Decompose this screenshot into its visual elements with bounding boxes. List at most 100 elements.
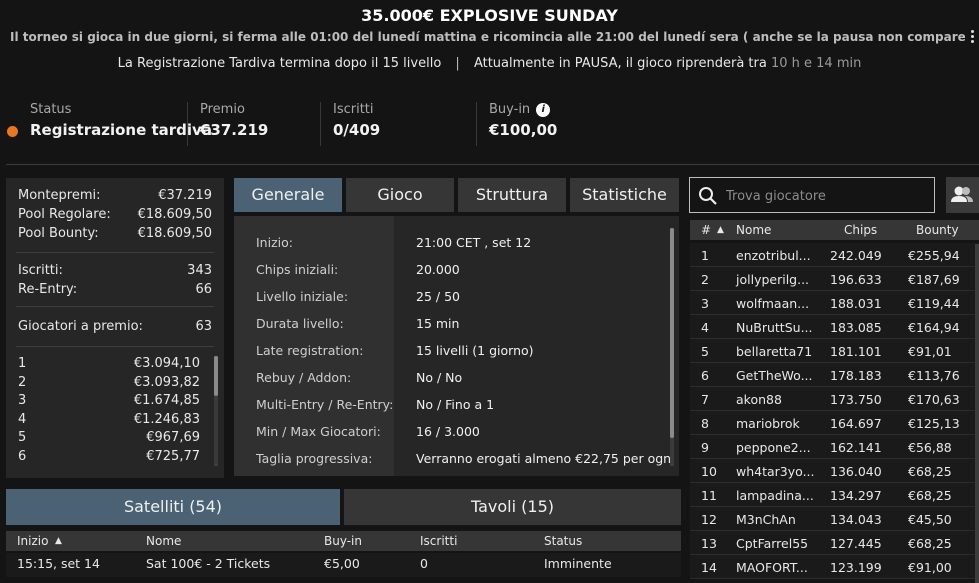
- satellite-row[interactable]: 15:15, set 14 Sat 100€ - 2 Tickets €5,00…: [6, 553, 681, 577]
- player-row[interactable]: 8 mariobrok 164.697 €125,13: [690, 411, 979, 435]
- payout-position: 1: [18, 356, 27, 371]
- paid-players-row: Giocatori a premio: 63: [18, 319, 212, 334]
- sat-buyin-header[interactable]: Buy-in: [324, 534, 362, 548]
- player-row[interactable]: 10 wh4tar3yo... 136.040 €68,25: [690, 459, 979, 483]
- reentry-value: 66: [195, 282, 212, 297]
- reentry-row: Re-Entry: 66: [18, 282, 212, 297]
- player-row[interactable]: 14 MAOFORT... 123.199 €91,00: [690, 555, 979, 579]
- player-chips: 123.199: [830, 560, 882, 575]
- player-rank: 4: [701, 320, 709, 335]
- player-bounty: €119,44: [908, 296, 960, 311]
- player-rank: 5: [701, 344, 709, 359]
- status-block: Status Registrazione tardiva: [30, 102, 212, 139]
- player-rank: 9: [701, 440, 709, 455]
- sort-asc-icon[interactable]: ▲: [717, 225, 724, 235]
- player-chips: 178.183: [830, 368, 882, 383]
- player-name: bellaretta71: [736, 344, 813, 359]
- tab-struttura[interactable]: Struttura: [458, 178, 566, 212]
- general-info-value: No / Fino a 1: [416, 397, 495, 412]
- player-row[interactable]: 7 akon88 173.750 €170,63: [690, 387, 979, 411]
- general-info-value: 25 / 50: [416, 289, 460, 304]
- entrants-count-value: 343: [187, 263, 212, 278]
- bounty-header[interactable]: Bounty: [916, 223, 959, 237]
- satellite-table-header: Inizio ▲ Nome Buy-in Iscritti Status: [6, 531, 681, 551]
- player-row[interactable]: 2 jollyperilg... 196.633 €187,69: [690, 267, 979, 291]
- player-bounty: €164,94: [908, 320, 960, 335]
- player-search-box[interactable]: [689, 177, 935, 213]
- tab-satellites[interactable]: Satelliti (54): [6, 489, 340, 525]
- general-info-panel: Inizio: 21:00 CET , set 12 Chips iniziali:…: [234, 216, 679, 476]
- bounty-pool-value: €18.609,50: [137, 226, 212, 241]
- player-bounty: €68,25: [908, 536, 952, 551]
- tab-generale[interactable]: Generale: [234, 178, 342, 212]
- search-input[interactable]: [726, 185, 926, 207]
- sat-name-header[interactable]: Nome: [146, 534, 181, 548]
- player-name: CptFarrel55: [736, 536, 809, 551]
- payout-row: 3 €1.674,85: [18, 393, 200, 408]
- player-row[interactable]: 6 GetTheWo... 178.183 €113,76: [690, 363, 979, 387]
- entrants-row: Iscritti: 343: [18, 263, 212, 278]
- payout-amount: €967,69: [146, 430, 200, 445]
- rank-header[interactable]: #: [701, 223, 711, 237]
- stats-divider: [476, 102, 477, 146]
- player-row[interactable]: 1 enzotribul... 242.049 €255,94: [690, 243, 979, 267]
- sat-entrants-header[interactable]: Iscritti: [420, 534, 457, 548]
- montepremi-value: €37.219: [158, 188, 212, 203]
- payout-scrollbar-thumb[interactable]: [214, 356, 218, 396]
- player-row[interactable]: 13 CptFarrel55 127.445 €68,25: [690, 531, 979, 555]
- prize-block: Premio €37.219: [200, 102, 268, 139]
- player-bounty: €170,63: [908, 392, 960, 407]
- tab-gioco[interactable]: Gioco: [346, 178, 454, 212]
- player-row[interactable]: 3 wolfmaan... 188.031 €119,44: [690, 291, 979, 315]
- tournament-title: 35.000€ EXPLOSIVE SUNDAY: [361, 6, 618, 25]
- regular-pool-value: €18.609,50: [137, 207, 212, 222]
- general-info-label: Chips iniziali:: [256, 262, 339, 277]
- player-bounty: €113,76: [908, 368, 960, 383]
- player-name: enzotribul...: [736, 248, 811, 263]
- player-name: GetTheWo...: [736, 368, 813, 383]
- player-row[interactable]: 11 lampadina... 134.297 €68,25: [690, 483, 979, 507]
- payout-position: 3: [18, 393, 27, 408]
- general-scrollbar-thumb[interactable]: [670, 228, 674, 438]
- friends-button[interactable]: [946, 177, 979, 213]
- more-options-icon[interactable]: [966, 28, 979, 44]
- sat-entrants: 0: [420, 556, 428, 571]
- chips-header[interactable]: Chips: [844, 223, 877, 237]
- sat-status: Imminente: [544, 556, 612, 571]
- player-row[interactable]: 9 peppone2... 162.141 €56,88: [690, 435, 979, 459]
- bounty-pool-label: Pool Bounty:: [18, 226, 99, 241]
- prize-value: €37.219: [200, 121, 269, 139]
- player-chips: 173.750: [830, 392, 882, 407]
- player-rank: 14: [701, 560, 717, 575]
- player-row[interactable]: 5 bellaretta71 181.101 €91,01: [690, 339, 979, 363]
- sat-start: 15:15, set 14: [17, 556, 100, 571]
- late-reg-text: La Registrazione Tardiva termina dopo il…: [117, 56, 442, 71]
- player-row[interactable]: 4 NuBruttSu... 183.085 €164,94: [690, 315, 979, 339]
- player-chips: 183.085: [830, 320, 882, 335]
- tab-statistiche[interactable]: Statistiche: [570, 178, 679, 212]
- reentry-label: Re-Entry:: [18, 282, 78, 297]
- regular-pool-row: Pool Regolare: €18.609,50: [18, 207, 212, 222]
- sat-status-header[interactable]: Status: [544, 534, 582, 548]
- name-header[interactable]: Nome: [736, 223, 771, 237]
- info-icon[interactable]: i: [536, 103, 551, 117]
- player-scrollbar[interactable]: [975, 244, 979, 583]
- sort-asc-icon[interactable]: ▲: [55, 536, 62, 546]
- player-rank: 3: [701, 296, 709, 311]
- player-bounty: €255,94: [908, 248, 960, 263]
- general-info-label: Inizio:: [256, 235, 293, 250]
- payout-position: 2: [18, 374, 27, 390]
- panel-divider: [16, 306, 214, 307]
- payout-row: 4 €1.246,83: [18, 412, 200, 427]
- payout-row: 6 €725,77: [18, 449, 200, 464]
- player-name: MAOFORT...: [736, 560, 808, 575]
- search-icon: [699, 187, 717, 205]
- tab-tables[interactable]: Tavoli (15): [344, 489, 681, 525]
- player-chips: 127.445: [830, 536, 882, 551]
- player-chips: 136.040: [830, 464, 882, 479]
- sat-name: Sat 100€ - 2 Tickets: [146, 556, 271, 571]
- player-rank: 13: [701, 536, 717, 551]
- player-row[interactable]: 12 M3nChAn 134.043 €45,50: [690, 507, 979, 531]
- start-header[interactable]: Inizio: [17, 534, 48, 548]
- status-label: Status: [30, 102, 72, 117]
